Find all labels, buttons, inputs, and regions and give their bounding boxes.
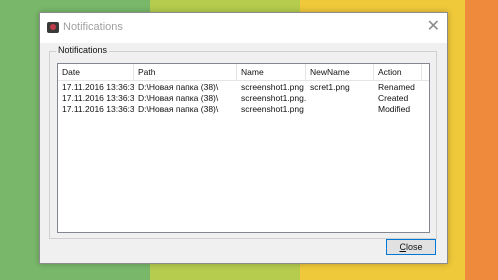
column-header-newname[interactable]: NewName — [306, 64, 374, 80]
cell-date: 17.11.2016 13:36:31 — [62, 82, 134, 92]
desktop-stripe-orange — [465, 0, 498, 280]
cell-date: 17.11.2016 13:36:33 — [62, 93, 134, 103]
app-icon — [47, 22, 59, 33]
cell-name: screenshot1.png — [241, 104, 304, 114]
cell-path: D:\Новая папка (38)\ — [138, 93, 219, 103]
cell-path: D:\Новая папка (38)\ — [138, 104, 219, 114]
group-label: Notifications — [56, 45, 110, 55]
cell-name: screenshot1.png... — [241, 93, 306, 103]
cell-name: screenshot1.png — [241, 82, 304, 92]
column-header-date[interactable]: Date — [58, 64, 134, 80]
table-row[interactable]: 17.11.2016 13:36:31 D:\Новая папка (38)\… — [58, 82, 429, 93]
close-button-label-rest: lose — [405, 242, 423, 252]
close-button[interactable]: Close — [386, 239, 436, 255]
cell-newname: scret1.png — [310, 82, 350, 92]
cell-action: Created — [378, 93, 409, 103]
close-icon[interactable]: ✕ — [427, 17, 440, 37]
column-header-name[interactable]: Name — [237, 64, 306, 80]
window-title: Notifications — [63, 21, 123, 33]
notifications-dialog: Notifications ✕ Notifications Date Path … — [39, 12, 448, 264]
cell-path: D:\Новая папка (38)\ — [138, 82, 219, 92]
list-header: Date Path Name NewName Action — [58, 64, 429, 81]
title-bar[interactable]: Notifications ✕ — [40, 13, 447, 43]
table-row[interactable]: 17.11.2016 13:36:33 D:\Новая папка (38)\… — [58, 104, 429, 115]
column-header-path[interactable]: Path — [134, 64, 237, 80]
notifications-group: Notifications Date Path Name NewName Act… — [49, 45, 437, 239]
table-row[interactable]: 17.11.2016 13:36:33 D:\Новая папка (38)\… — [58, 93, 429, 104]
notifications-list[interactable]: Date Path Name NewName Action 17.11.2016… — [57, 63, 430, 233]
cell-date: 17.11.2016 13:36:33 — [62, 104, 134, 114]
column-header-action[interactable]: Action — [374, 64, 422, 80]
cell-action: Modified — [378, 104, 411, 114]
cell-action: Renamed — [378, 82, 415, 92]
